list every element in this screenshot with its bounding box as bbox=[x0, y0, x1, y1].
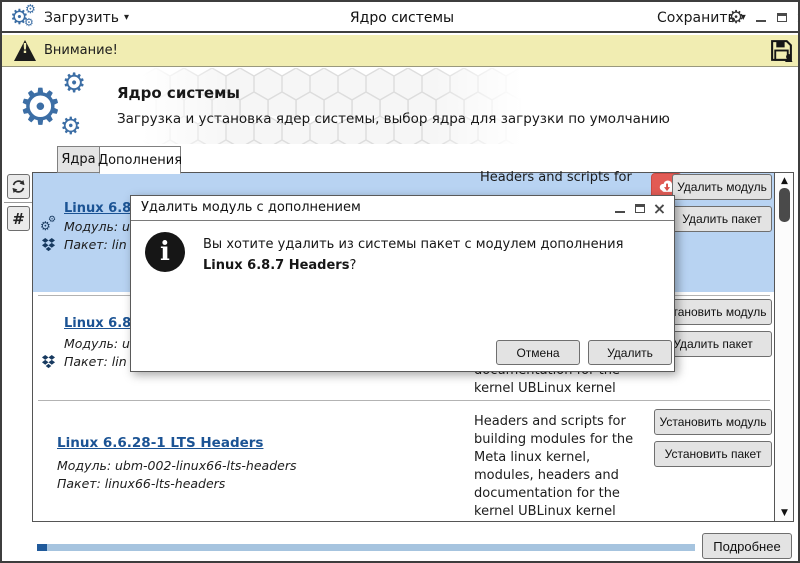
app-gears-icon: ⚙ ⚙ ⚙ bbox=[10, 2, 40, 32]
cancel-button[interactable]: Отмена bbox=[496, 340, 580, 365]
scrollbar-thumb[interactable] bbox=[779, 188, 790, 222]
window-controls: × bbox=[754, 2, 798, 33]
pattern-fade bbox=[432, 68, 522, 144]
vertical-scrollbar[interactable]: ▲ ▼ bbox=[774, 173, 793, 521]
exclamation-glyph: ! bbox=[22, 42, 28, 57]
details-button[interactable]: Подробнее bbox=[702, 533, 792, 559]
kernel-link[interactable]: Linux 6.8. bbox=[64, 201, 136, 216]
warning-triangle-icon: ! bbox=[13, 39, 37, 62]
module-line: Модуль: u bbox=[64, 336, 130, 351]
gear-icon: ⚙ bbox=[62, 68, 87, 99]
save-menu-label: Сохранить bbox=[657, 9, 736, 26]
gear-icon: ⚙ bbox=[18, 78, 63, 136]
info-icon: i bbox=[145, 232, 185, 272]
warning-bar: ! Внимание! bbox=[2, 35, 798, 67]
row-separator bbox=[38, 400, 770, 401]
package-line: Пакет: lin bbox=[64, 237, 127, 252]
install-package-button[interactable]: Установить пакет bbox=[654, 441, 772, 467]
window-title: Ядро системы bbox=[349, 9, 455, 26]
app-window: ⚙ ⚙ ⚙ Загрузить ▾ Ядро системы Сохранить… bbox=[0, 0, 800, 563]
gear-icon: ⚙ bbox=[24, 16, 34, 29]
delete-button[interactable]: Удалить bbox=[588, 340, 672, 365]
close-icon[interactable]: × bbox=[653, 199, 666, 218]
install-module-button[interactable]: Установить модуль bbox=[654, 409, 772, 435]
dialog-message-prefix: Вы хотите удалить из системы пакет с мод… bbox=[203, 237, 624, 252]
tab-addons[interactable]: Дополнения bbox=[98, 146, 182, 174]
dialog-message-suffix: ? bbox=[349, 258, 357, 273]
module-installed-icon: ⚙ ⚙ bbox=[40, 215, 57, 233]
dialog-message-kernel-name: Linux 6.8.7 Headers bbox=[203, 258, 350, 273]
module-line: Модуль: u bbox=[64, 219, 130, 234]
addon-description: kernel UBLinux kernel bbox=[474, 381, 616, 396]
package-line: Пакет: lin bbox=[64, 354, 127, 369]
dialog-title: Удалить модуль с дополнением bbox=[141, 200, 361, 215]
load-menu-button[interactable]: Загрузить ▾ bbox=[44, 2, 129, 33]
confirm-delete-dialog: Удалить модуль с дополнением × i Вы хоти… bbox=[130, 195, 675, 372]
settings-gear-icon[interactable]: ⚙ bbox=[728, 7, 744, 28]
package-line: Пакет: linux66-lts-headers bbox=[57, 476, 226, 491]
progress-bar bbox=[37, 544, 695, 551]
maximize-icon[interactable] bbox=[633, 202, 646, 215]
addon-description: Headers and scripts for bbox=[480, 170, 632, 185]
minimize-icon[interactable] bbox=[613, 202, 626, 215]
sidebar-separator bbox=[4, 202, 32, 203]
dialog-message: Вы хотите удалить из системы пакет с мод… bbox=[203, 234, 655, 276]
kernel-gears-icon: ⚙ ⚙ ⚙ bbox=[16, 70, 108, 142]
warning-label: Внимание! bbox=[44, 43, 118, 58]
progress-fill bbox=[37, 544, 47, 551]
addon-description: Headers and scripts for building modules… bbox=[474, 414, 634, 519]
page-subtitle: Загрузка и установка ядер системы, выбор… bbox=[117, 111, 670, 127]
tab-kernels[interactable]: Ядра bbox=[57, 146, 100, 173]
package-installed-icon bbox=[41, 238, 56, 252]
gear-icon: ⚙ bbox=[60, 112, 82, 140]
scroll-down-icon[interactable]: ▼ bbox=[775, 508, 794, 518]
package-installed-icon bbox=[41, 355, 56, 369]
refresh-button[interactable] bbox=[7, 174, 30, 199]
chevron-down-icon: ▾ bbox=[124, 12, 130, 23]
gear-icon: ⚙ bbox=[25, 2, 36, 16]
save-file-icon[interactable] bbox=[769, 38, 794, 63]
page-title: Ядро системы bbox=[117, 84, 240, 102]
grub-config-button[interactable]: # bbox=[7, 206, 30, 231]
minimize-icon[interactable] bbox=[754, 11, 767, 24]
scroll-up-icon[interactable]: ▲ bbox=[775, 176, 794, 186]
remove-module-button[interactable]: Удалить модуль bbox=[672, 174, 772, 200]
titlebar: ⚙ ⚙ ⚙ Загрузить ▾ Ядро системы Сохранить… bbox=[2, 2, 798, 33]
kernel-link[interactable]: Linux 6.8. bbox=[64, 316, 136, 331]
module-line: Модуль: ubm-002-linux66-lts-headers bbox=[57, 458, 297, 473]
close-icon[interactable]: × bbox=[796, 8, 798, 27]
load-menu-label: Загрузить bbox=[44, 9, 120, 26]
pattern-fade bbox=[142, 68, 232, 144]
refresh-icon bbox=[12, 180, 25, 193]
page-header: ⚙ ⚙ ⚙ Ядро системы Загрузка и установка … bbox=[2, 68, 798, 144]
dialog-window-controls: × bbox=[613, 196, 666, 221]
maximize-icon[interactable] bbox=[775, 11, 788, 24]
remove-package-button[interactable]: Удалить пакет bbox=[672, 206, 772, 232]
kernel-link[interactable]: Linux 6.6.28-1 LTS Headers bbox=[57, 435, 263, 451]
dialog-titlebar[interactable]: Удалить модуль с дополнением × bbox=[131, 196, 674, 221]
